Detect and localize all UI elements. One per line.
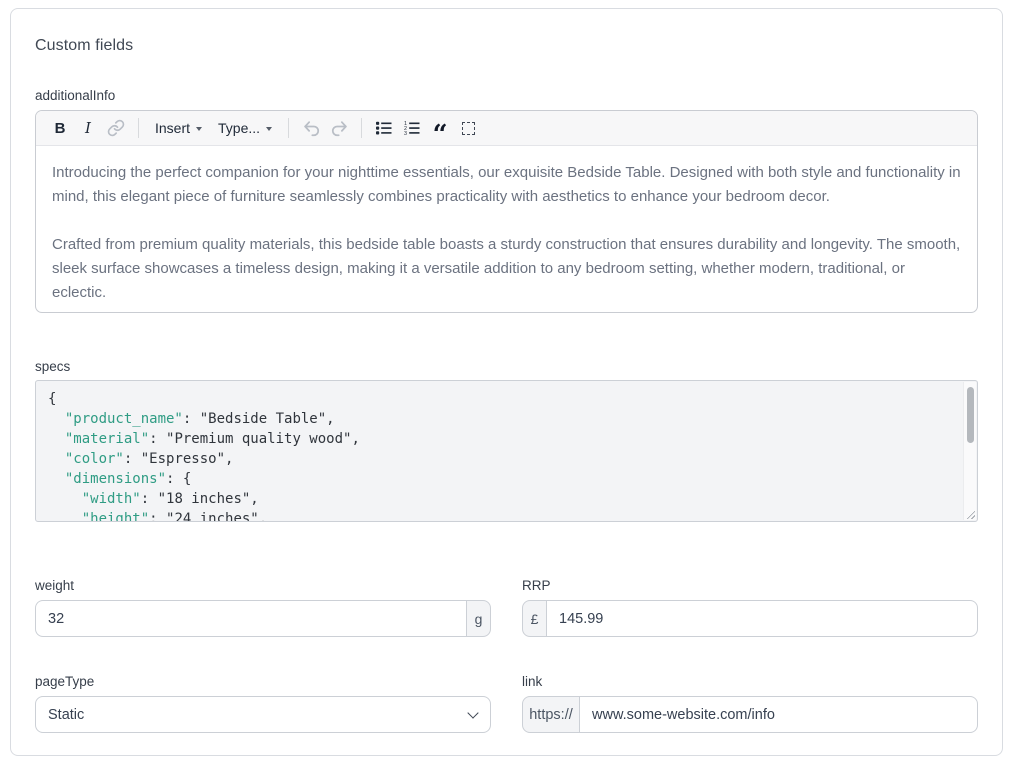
bold-button[interactable]: B xyxy=(46,114,74,142)
chevron-down-icon xyxy=(196,127,202,131)
undo-button[interactable] xyxy=(297,114,325,142)
svg-text:3: 3 xyxy=(404,131,407,137)
unordered-list-button[interactable] xyxy=(370,114,398,142)
specs-scrollbar-thumb[interactable] xyxy=(967,387,974,443)
specs-scrollbar[interactable] xyxy=(963,382,976,520)
link-field: link https:// xyxy=(522,674,978,733)
panel-title: Custom fields xyxy=(35,37,978,55)
editor-paragraph: Crafted from premium quality materials, … xyxy=(52,233,961,305)
link-icon xyxy=(107,119,125,137)
rrp-field: RRP £ xyxy=(522,578,978,637)
unordered-list-icon xyxy=(375,119,393,137)
dashed-box-icon xyxy=(462,122,475,135)
editor-paragraph: Introducing the perfect companion for yo… xyxy=(52,161,961,209)
link-button[interactable] xyxy=(102,114,130,142)
page-type-field: pageType Static xyxy=(35,674,491,733)
insert-dropdown-label: Insert xyxy=(155,120,190,136)
additional-info-label: additionalInfo xyxy=(35,88,978,103)
toolbar-separator xyxy=(288,118,289,138)
link-label: link xyxy=(522,674,978,689)
redo-icon xyxy=(330,119,349,138)
type-dropdown[interactable]: Type... xyxy=(210,114,280,142)
rrp-input[interactable] xyxy=(547,600,978,637)
weight-field: weight g xyxy=(35,578,491,637)
page-type-select[interactable]: Static xyxy=(35,696,491,733)
weight-input[interactable] xyxy=(35,600,466,637)
italic-icon: I xyxy=(85,119,91,137)
rrp-label: RRP xyxy=(522,578,978,593)
ordered-list-button[interactable]: 1 2 3 xyxy=(398,114,426,142)
toolbar-separator xyxy=(361,118,362,138)
specs-code: { "product_name": "Bedside Table", "mate… xyxy=(36,381,977,522)
italic-button[interactable]: I xyxy=(74,114,102,142)
specs-code-editor[interactable]: { "product_name": "Bedside Table", "mate… xyxy=(35,380,978,522)
editor-toolbar: B I Insert Type... xyxy=(36,111,977,146)
blockquote-button[interactable]: “ xyxy=(426,114,454,142)
weight-unit-addon: g xyxy=(466,600,491,637)
blockquote-icon: “ xyxy=(433,130,448,140)
link-input[interactable] xyxy=(580,696,978,733)
custom-fields-panel: Custom fields additionalInfo B I Insert … xyxy=(10,8,1003,756)
link-scheme-addon: https:// xyxy=(522,696,580,733)
undo-icon xyxy=(302,119,321,138)
redo-button[interactable] xyxy=(325,114,353,142)
rich-text-editor: B I Insert Type... xyxy=(35,110,978,313)
ordered-list-icon: 1 2 3 xyxy=(403,119,421,137)
bold-icon: B xyxy=(55,120,66,137)
chevron-down-icon xyxy=(266,127,272,131)
dashed-box-button[interactable] xyxy=(454,114,482,142)
page-type-label: pageType xyxy=(35,674,491,689)
toolbar-separator xyxy=(138,118,139,138)
insert-dropdown[interactable]: Insert xyxy=(147,114,210,142)
rrp-currency-addon: £ xyxy=(522,600,547,637)
weight-label: weight xyxy=(35,578,491,593)
editor-content[interactable]: Introducing the perfect companion for yo… xyxy=(36,146,977,312)
specs-label: specs xyxy=(35,359,978,374)
type-dropdown-label: Type... xyxy=(218,120,260,136)
